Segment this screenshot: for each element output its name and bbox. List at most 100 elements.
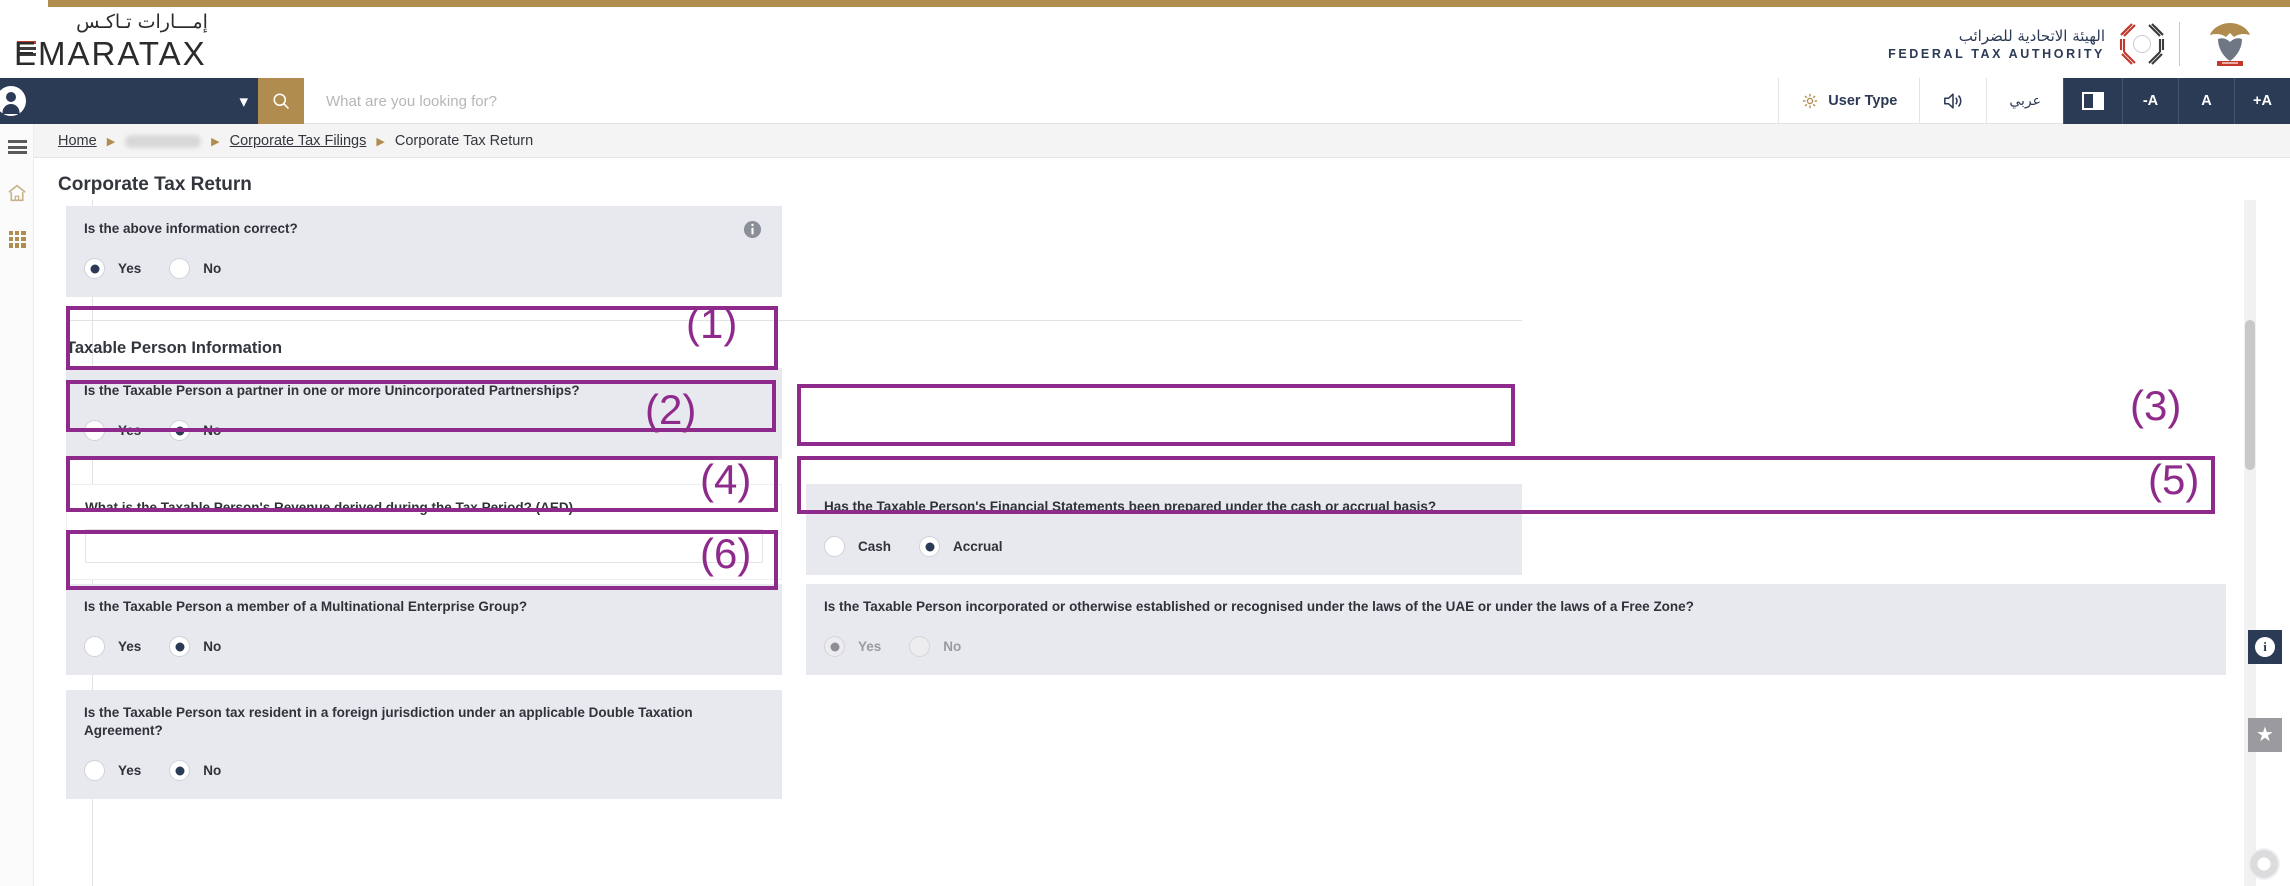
question-3-accrual-label: Accrual: [953, 539, 1003, 554]
emaratax-logo[interactable]: إمـــارات تـاكـس EMARATAX: [14, 11, 254, 75]
speaker-icon: [1942, 91, 1964, 111]
radio-dot-selected[interactable]: [169, 420, 190, 441]
breadcrumb-item-redacted[interactable]: [125, 135, 201, 148]
logo-arabic-text: إمـــارات تـاكـس: [32, 11, 252, 33]
question-3-label: Has the Taxable Person's Financial State…: [824, 498, 1504, 516]
question-1-no-label: No: [203, 423, 221, 438]
question-4-label: Is the Taxable Person a member of a Mult…: [84, 598, 764, 616]
question-5-yes-option[interactable]: Yes: [824, 636, 881, 657]
logo-english-text: EMARATAX: [14, 35, 254, 73]
question-1-yes-label: Yes: [118, 423, 141, 438]
chat-support-button[interactable]: [2248, 848, 2280, 880]
search-input[interactable]: [304, 78, 1204, 124]
question-3-accounting-basis: Has the Taxable Person's Financial State…: [806, 484, 1522, 575]
question-4-no-label: No: [203, 639, 221, 654]
question-2-revenue: What is the Taxable Person's Revenue der…: [66, 484, 782, 580]
fta-text: الهيئة الاتحادية للضرائب FEDERAL TAX AUT…: [1888, 27, 2105, 61]
confirm-no-option[interactable]: No: [169, 258, 221, 279]
gear-icon: [1801, 92, 1819, 110]
question-3-accrual-option[interactable]: Accrual: [919, 536, 1003, 557]
question-6-yes-label: Yes: [118, 763, 141, 778]
chevron-down-icon: ▾: [239, 93, 248, 110]
font-normal-label: A: [2201, 93, 2211, 109]
search-button[interactable]: [258, 78, 304, 124]
breadcrumb-item-home[interactable]: Home: [58, 133, 97, 149]
star-icon: ★: [2256, 725, 2274, 745]
radio-dot[interactable]: [824, 536, 845, 557]
font-normal-button[interactable]: A: [2178, 78, 2234, 124]
question-3-cash-option[interactable]: Cash: [824, 536, 891, 557]
radio-dot-selected[interactable]: [169, 636, 190, 657]
form-canvas: 0000 Is the above information correct?: [34, 200, 2256, 886]
question-4-radios: Yes No: [84, 636, 764, 657]
top-accent-gap: [0, 0, 48, 7]
question-5-uae-or-free-zone: Is the Taxable Person incorporated or ot…: [806, 584, 2226, 675]
radio-dot[interactable]: [84, 636, 105, 657]
radio-dot[interactable]: [169, 258, 190, 279]
question-3-radios: Cash Accrual: [824, 536, 1504, 557]
nav-right-controls: User Type عربي -A: [1778, 78, 2290, 124]
radio-dot-selected[interactable]: [169, 760, 190, 781]
font-decrease-label: -A: [2143, 93, 2158, 109]
grid-icon: [9, 231, 26, 248]
radio-dot-selected-disabled: [824, 636, 845, 657]
user-type-button[interactable]: User Type: [1778, 78, 1919, 124]
home-icon: [7, 184, 27, 202]
text-to-speech-button[interactable]: [1919, 78, 1986, 124]
font-decrease-button[interactable]: -A: [2122, 78, 2178, 124]
question-5-no-label: No: [943, 639, 961, 654]
question-6-no-option[interactable]: No: [169, 760, 221, 781]
question-6-yes-option[interactable]: Yes: [84, 760, 141, 781]
question-1-yes-option[interactable]: Yes: [84, 420, 141, 441]
question-4-no-option[interactable]: No: [169, 636, 221, 657]
radio-dot[interactable]: [84, 420, 105, 441]
menu-toggle-button[interactable]: [0, 124, 34, 170]
user-type-label: User Type: [1828, 93, 1897, 109]
info-icon[interactable]: [743, 220, 762, 239]
section-divider: [66, 320, 1522, 321]
font-increase-button[interactable]: +A: [2234, 78, 2290, 124]
breadcrumb-item-corporate-tax-filings[interactable]: Corporate Tax Filings: [230, 133, 367, 149]
favourites-button[interactable]: ★: [2248, 718, 2282, 752]
contrast-icon: [2082, 92, 2104, 110]
radio-dot-disabled: [909, 636, 930, 657]
fta-arabic-text: الهيئة الاتحادية للضرائب: [1888, 27, 2105, 45]
contrast-toggle-button[interactable]: [2063, 78, 2122, 124]
question-5-yes-label: Yes: [858, 639, 881, 654]
scrollbar-thumb[interactable]: [2245, 320, 2255, 470]
breadcrumb: Home ▶ ▶ Corporate Tax Filings ▶ Corpora…: [58, 124, 533, 158]
rail-item-apps[interactable]: [0, 216, 34, 262]
question-2-revenue-input[interactable]: [85, 529, 763, 563]
rail-item-home[interactable]: [0, 170, 34, 216]
confirm-no-label: No: [203, 261, 221, 276]
form-scrollbar[interactable]: [2244, 200, 2256, 886]
info-icon: i: [2255, 637, 2275, 657]
language-toggle-arabic[interactable]: عربي: [1986, 78, 2063, 124]
question-1-no-option[interactable]: No: [169, 420, 221, 441]
radio-dot-selected[interactable]: [919, 536, 940, 557]
section-title: Taxable Person Information: [66, 339, 282, 358]
breadcrumb-separator-icon: ▶: [107, 135, 115, 148]
confirm-information-label: Is the above information correct?: [84, 220, 764, 238]
confirm-yes-label: Yes: [118, 261, 141, 276]
question-4-multinational-enterprise-group: Is the Taxable Person a member of a Mult…: [66, 584, 782, 675]
fta-emblem-icon: [2119, 21, 2165, 67]
question-1-radios: Yes No: [84, 420, 764, 441]
navigation-bar: ▾: [0, 78, 2290, 124]
help-info-button[interactable]: i: [2248, 630, 2282, 664]
confirm-yes-option[interactable]: Yes: [84, 258, 141, 279]
masthead-divider: [2179, 22, 2180, 66]
breadcrumb-separator-icon: ▶: [376, 135, 384, 148]
question-6-no-label: No: [203, 763, 221, 778]
uae-emblem-icon: [2204, 17, 2256, 71]
left-rail: [0, 124, 34, 886]
breadcrumb-bar: Home ▶ ▶ Corporate Tax Filings ▶ Corpora…: [0, 124, 2290, 158]
confirm-information-question: Is the above information correct? Yes: [66, 206, 782, 297]
radio-dot-selected[interactable]: [84, 258, 105, 279]
question-1-label: Is the Taxable Person a partner in one o…: [84, 382, 764, 400]
breadcrumb-item-current: Corporate Tax Return: [395, 133, 533, 149]
radio-dot[interactable]: [84, 760, 105, 781]
user-account-dropdown[interactable]: ▾: [0, 78, 258, 124]
arabic-label: عربي: [2009, 93, 2041, 109]
question-4-yes-option[interactable]: Yes: [84, 636, 141, 657]
